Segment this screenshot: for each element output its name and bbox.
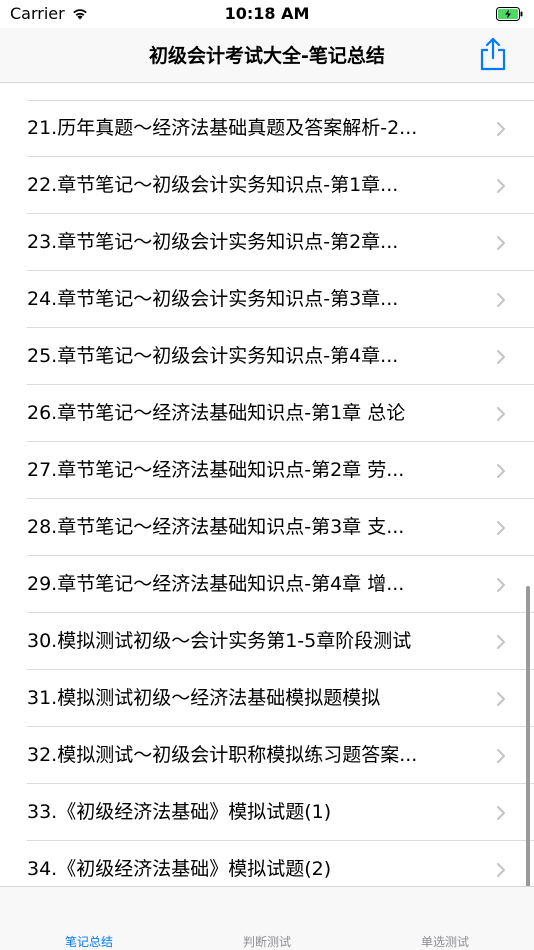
list-item[interactable]: 21.历年真题～经济法基础真题及答案解析-2...	[0, 100, 534, 157]
list-item[interactable]: 32.模拟测试～初级会计职称模拟练习题答案...	[0, 727, 534, 784]
chevron-right-icon	[497, 350, 505, 364]
chevron-right-icon	[497, 179, 505, 193]
chevron-right-icon	[497, 122, 505, 136]
list-item[interactable]: 23.章节笔记～初级会计实务知识点-第2章...	[0, 214, 534, 271]
chevron-right-icon	[497, 692, 505, 706]
list-item-label: 31.模拟测试初级～经济法基础模拟题模拟	[27, 687, 381, 709]
list-item-label: 33.《初级经济法基础》模拟试题(1)	[27, 801, 332, 823]
list-item[interactable]: 33.《初级经济法基础》模拟试题(1)	[0, 784, 534, 841]
tab-notes-summary-label: 笔记总结	[64, 935, 113, 949]
chevron-right-icon	[497, 521, 505, 535]
status-bar: Carrier 10:18 AM	[0, 0, 534, 28]
share-button[interactable]	[478, 37, 508, 71]
list-item[interactable]: 30.模拟测试初级～会计实务第1-5章阶段测试	[0, 613, 534, 670]
list-item-label: 32.模拟测试～初级会计职称模拟练习题答案...	[27, 744, 418, 766]
notes-list-content: 21.历年真题～经济法基础真题及答案解析-2... 22.章节笔记～初级会计实务知…	[0, 100, 534, 886]
list-item[interactable]: 29.章节笔记～经济法基础知识点-第4章 增...	[0, 556, 534, 613]
chevron-right-icon	[497, 863, 505, 877]
notes-list[interactable]: 21.历年真题～经济法基础真题及答案解析-2... 22.章节笔记～初级会计实务知…	[0, 84, 534, 886]
list-item-label: 25.章节笔记～初级会计实务知识点-第4章...	[27, 345, 399, 367]
list-item-label: 22.章节笔记～初级会计实务知识点-第1章...	[27, 174, 399, 196]
share-icon	[480, 37, 506, 71]
tab-notes-summary[interactable]: 笔记总结	[0, 887, 178, 950]
list-item-label: 27.章节笔记～经济法基础知识点-第2章 劳...	[27, 459, 405, 481]
list-item[interactable]: 28.章节笔记～经济法基础知识点-第3章 支...	[0, 499, 534, 556]
list-item[interactable]: 26.章节笔记～经济法基础知识点-第1章 总论	[0, 385, 534, 442]
chevron-right-icon	[497, 635, 505, 649]
list-item[interactable]: 31.模拟测试初级～经济法基础模拟题模拟	[0, 670, 534, 727]
tab-single-choice-test[interactable]: 单选测试	[356, 887, 534, 950]
chevron-right-icon	[497, 236, 505, 250]
list-item[interactable]: 24.章节笔记～初级会计实务知识点-第3章...	[0, 271, 534, 328]
page-title: 初级会计考试大全-笔记总结	[149, 45, 385, 67]
list-item-label: 29.章节笔记～经济法基础知识点-第4章 增...	[27, 573, 405, 595]
status-time: 10:18 AM	[224, 4, 310, 23]
chevron-right-icon	[497, 749, 505, 763]
list-item[interactable]: 27.章节笔记～经济法基础知识点-第2章 劳...	[0, 442, 534, 499]
tab-true-false-test-label: 判断测试	[242, 935, 291, 949]
list-item-label: 28.章节笔记～经济法基础知识点-第3章 支...	[27, 516, 405, 538]
chevron-right-icon	[497, 464, 505, 478]
tab-true-false-test[interactable]: 判断测试	[178, 887, 356, 950]
navigation-bar: 初级会计考试大全-笔记总结	[0, 28, 534, 83]
list-item-label: 26.章节笔记～经济法基础知识点-第1章 总论	[27, 402, 406, 424]
scroll-indicator	[526, 586, 530, 886]
tab-single-choice-test-label: 单选测试	[420, 935, 469, 949]
list-item[interactable]: 25.章节笔记～初级会计实务知识点-第4章...	[0, 328, 534, 385]
list-item-label: 34.《初级经济法基础》模拟试题(2)	[27, 858, 332, 880]
battery-charging-icon	[496, 6, 524, 21]
chevron-right-icon	[497, 806, 505, 820]
list-item-label: 23.章节笔记～初级会计实务知识点-第2章...	[27, 231, 399, 253]
chevron-right-icon	[497, 578, 505, 592]
list-item-label: 30.模拟测试初级～会计实务第1-5章阶段测试	[27, 630, 412, 652]
chevron-right-icon	[497, 407, 505, 421]
list-item[interactable]: 34.《初级经济法基础》模拟试题(2)	[0, 841, 534, 886]
chevron-right-icon	[497, 293, 505, 307]
list-item-label: 24.章节笔记～初级会计实务知识点-第3章...	[27, 288, 399, 310]
list-item-label: 21.历年真题～经济法基础真题及答案解析-2...	[27, 117, 418, 139]
list-item[interactable]: 22.章节笔记～初级会计实务知识点-第1章...	[0, 157, 534, 214]
tab-bar: 笔记总结 判断测试 单选测试	[0, 886, 534, 950]
